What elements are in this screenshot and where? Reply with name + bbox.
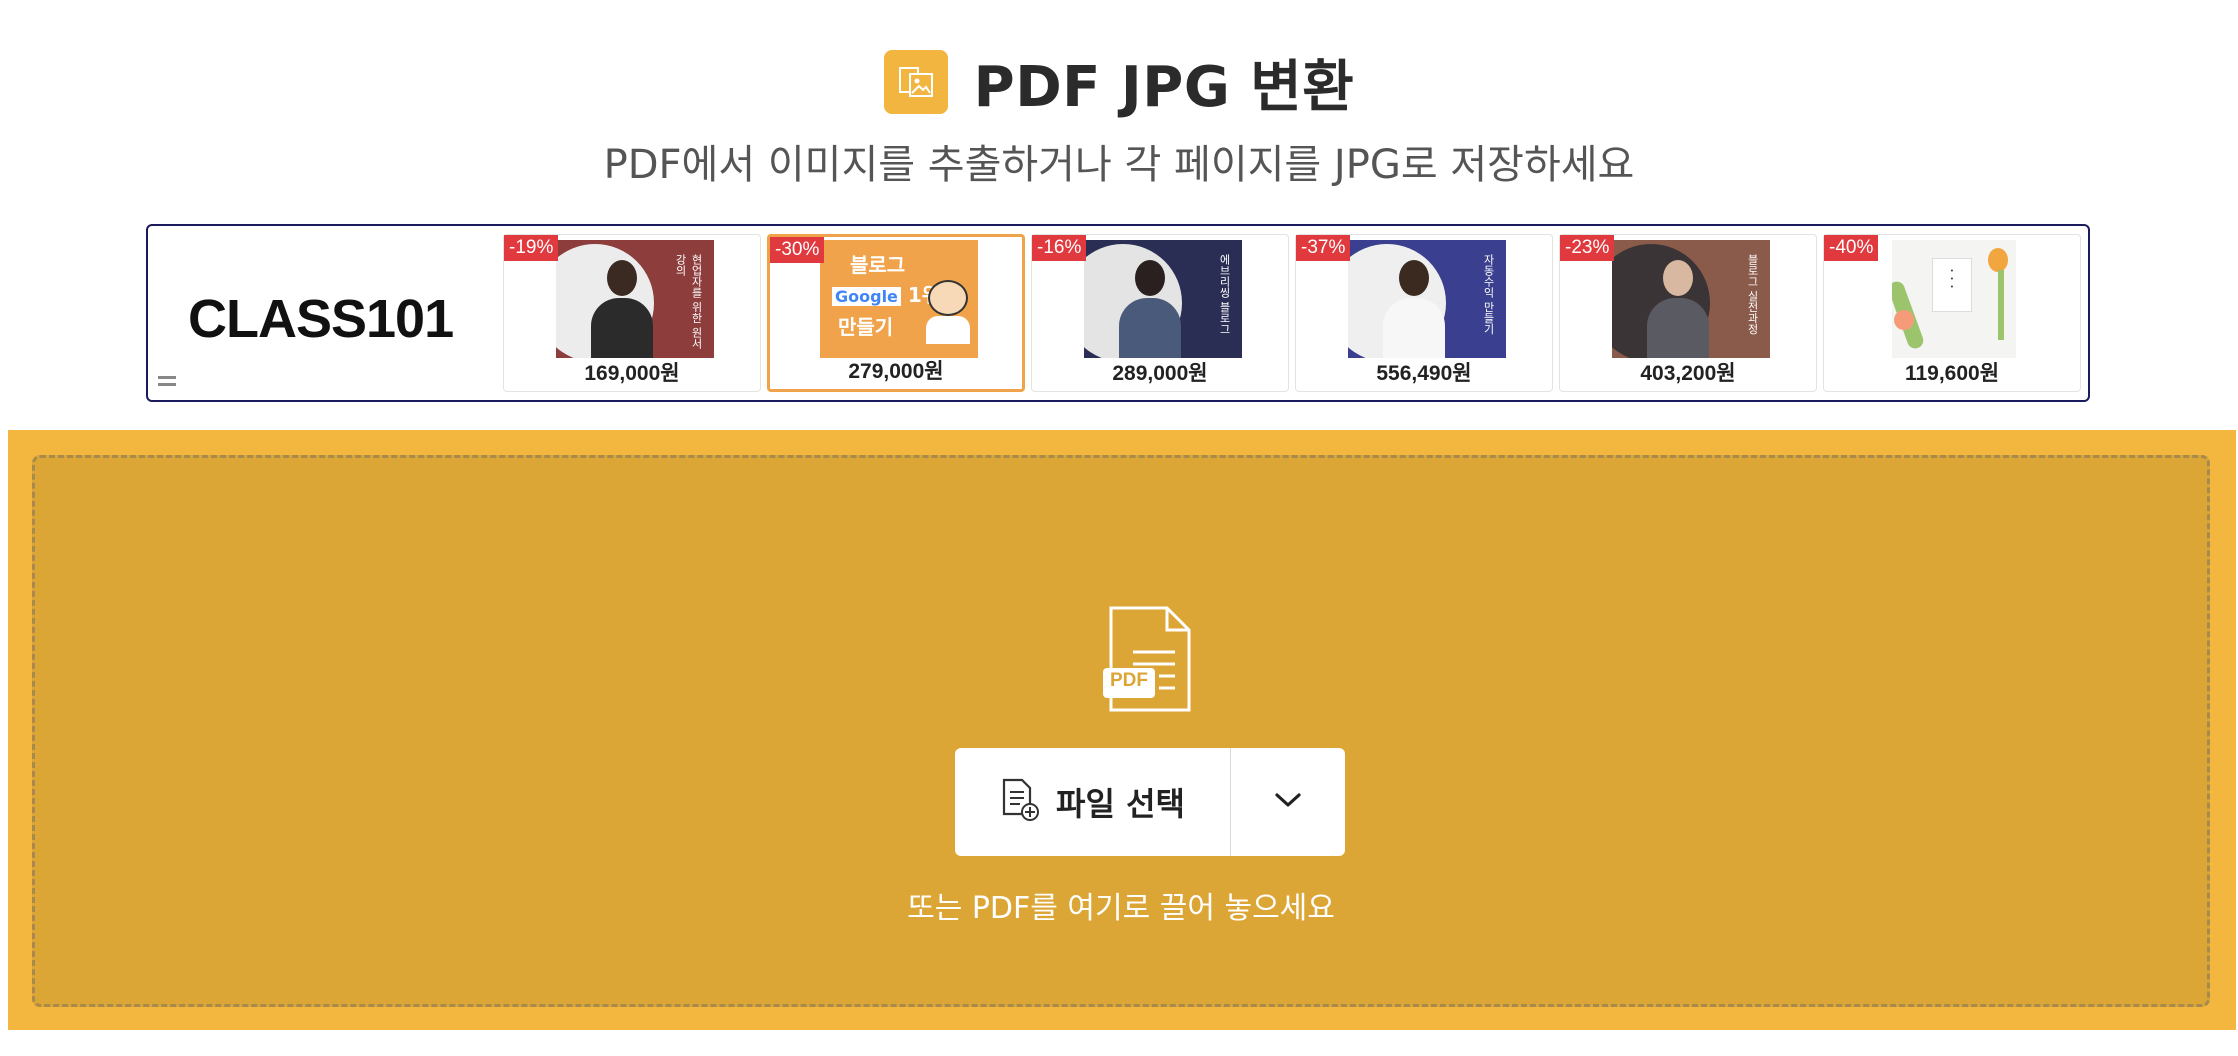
- ad-brand-logo[interactable]: CLASS101: [188, 288, 454, 350]
- page-subtitle: PDF에서 이미지를 추출하거나 각 페이지를 JPG로 저장하세요: [603, 142, 1635, 188]
- ad-card-price: 289,000원: [1112, 362, 1208, 385]
- ad-card-price: 169,000원: [584, 362, 680, 385]
- pdf-badge-text: PDF: [1110, 670, 1148, 691]
- file-select-button[interactable]: 파일 선택: [955, 748, 1231, 856]
- discount-badge: -23%: [1560, 235, 1615, 261]
- discount-badge: -37%: [1296, 235, 1351, 261]
- ad-card[interactable]: • • • -40% 119,600원: [1823, 234, 2081, 392]
- chevron-down-icon: [1273, 790, 1303, 814]
- ad-card[interactable]: 블로그 실전과정 -23% 403,200원: [1559, 234, 1817, 392]
- ad-card-thumbnail: 블로그 Google 1위 만들기: [820, 240, 978, 358]
- drop-zone[interactable]: PDF 파일 선택 또는 PDF를 여기로 끌어 놓으세요: [32, 455, 2210, 1007]
- ad-card-price: 279,000원: [848, 360, 944, 383]
- ad-card-thumbnail: 블로그 실전과정: [1612, 240, 1770, 358]
- ad-card-price: 119,600원: [1904, 362, 2000, 385]
- ad-banner[interactable]: CLASS101 현업자를 위한 원서 강의 -19% 169,000원 블로그…: [146, 224, 2090, 402]
- page-header: PDF JPG 변환 PDF에서 이미지를 추출하거나 각 페이지를 JPG로 …: [0, 44, 2238, 190]
- ad-card[interactable]: 에브리씽 블로그 -16% 289,000원: [1031, 234, 1289, 392]
- discount-badge: -19%: [504, 235, 559, 261]
- ad-card[interactable]: 블로그 Google 1위 만들기 -30% 279,000원: [767, 234, 1025, 392]
- upload-source-dropdown[interactable]: [1231, 748, 1345, 856]
- drop-hint-text: 또는 PDF를 여기로 끌어 놓으세요: [907, 891, 1335, 926]
- file-select-label: 파일 선택: [1056, 785, 1185, 823]
- file-select-button-group: 파일 선택: [955, 748, 1345, 856]
- page-title: PDF JPG 변환: [973, 54, 1355, 120]
- image-file-icon: [883, 50, 948, 114]
- ad-card-thumbnail: 자동수익 만들기: [1348, 240, 1506, 358]
- ad-card-price: 403,200원: [1640, 362, 1736, 385]
- title-row: PDF JPG 변환: [0, 44, 2238, 120]
- ad-card-thumbnail: 에브리씽 블로그: [1084, 240, 1242, 358]
- discount-badge: -40%: [1824, 235, 1879, 261]
- ad-card[interactable]: 자동수익 만들기 -37% 556,490원: [1295, 234, 1553, 392]
- discount-badge: -30%: [770, 237, 825, 263]
- ad-card[interactable]: 현업자를 위한 원서 강의 -19% 169,000원: [503, 234, 761, 392]
- ad-card-thumbnail: 현업자를 위한 원서 강의: [556, 240, 714, 358]
- ad-card-list: 현업자를 위한 원서 강의 -19% 169,000원 블로그 Google 1…: [503, 234, 2081, 392]
- upload-section: PDF 파일 선택 또는 PDF를 여기로 끌어 놓으세요: [8, 430, 2236, 1030]
- discount-badge: -16%: [1032, 235, 1087, 261]
- add-file-icon: [1000, 778, 1040, 826]
- ad-card-price: 556,490원: [1376, 362, 1472, 385]
- ad-card-thumbnail: • • •: [1892, 240, 2016, 358]
- menu-icon[interactable]: [158, 376, 176, 390]
- pdf-file-icon: PDF: [1103, 606, 1193, 718]
